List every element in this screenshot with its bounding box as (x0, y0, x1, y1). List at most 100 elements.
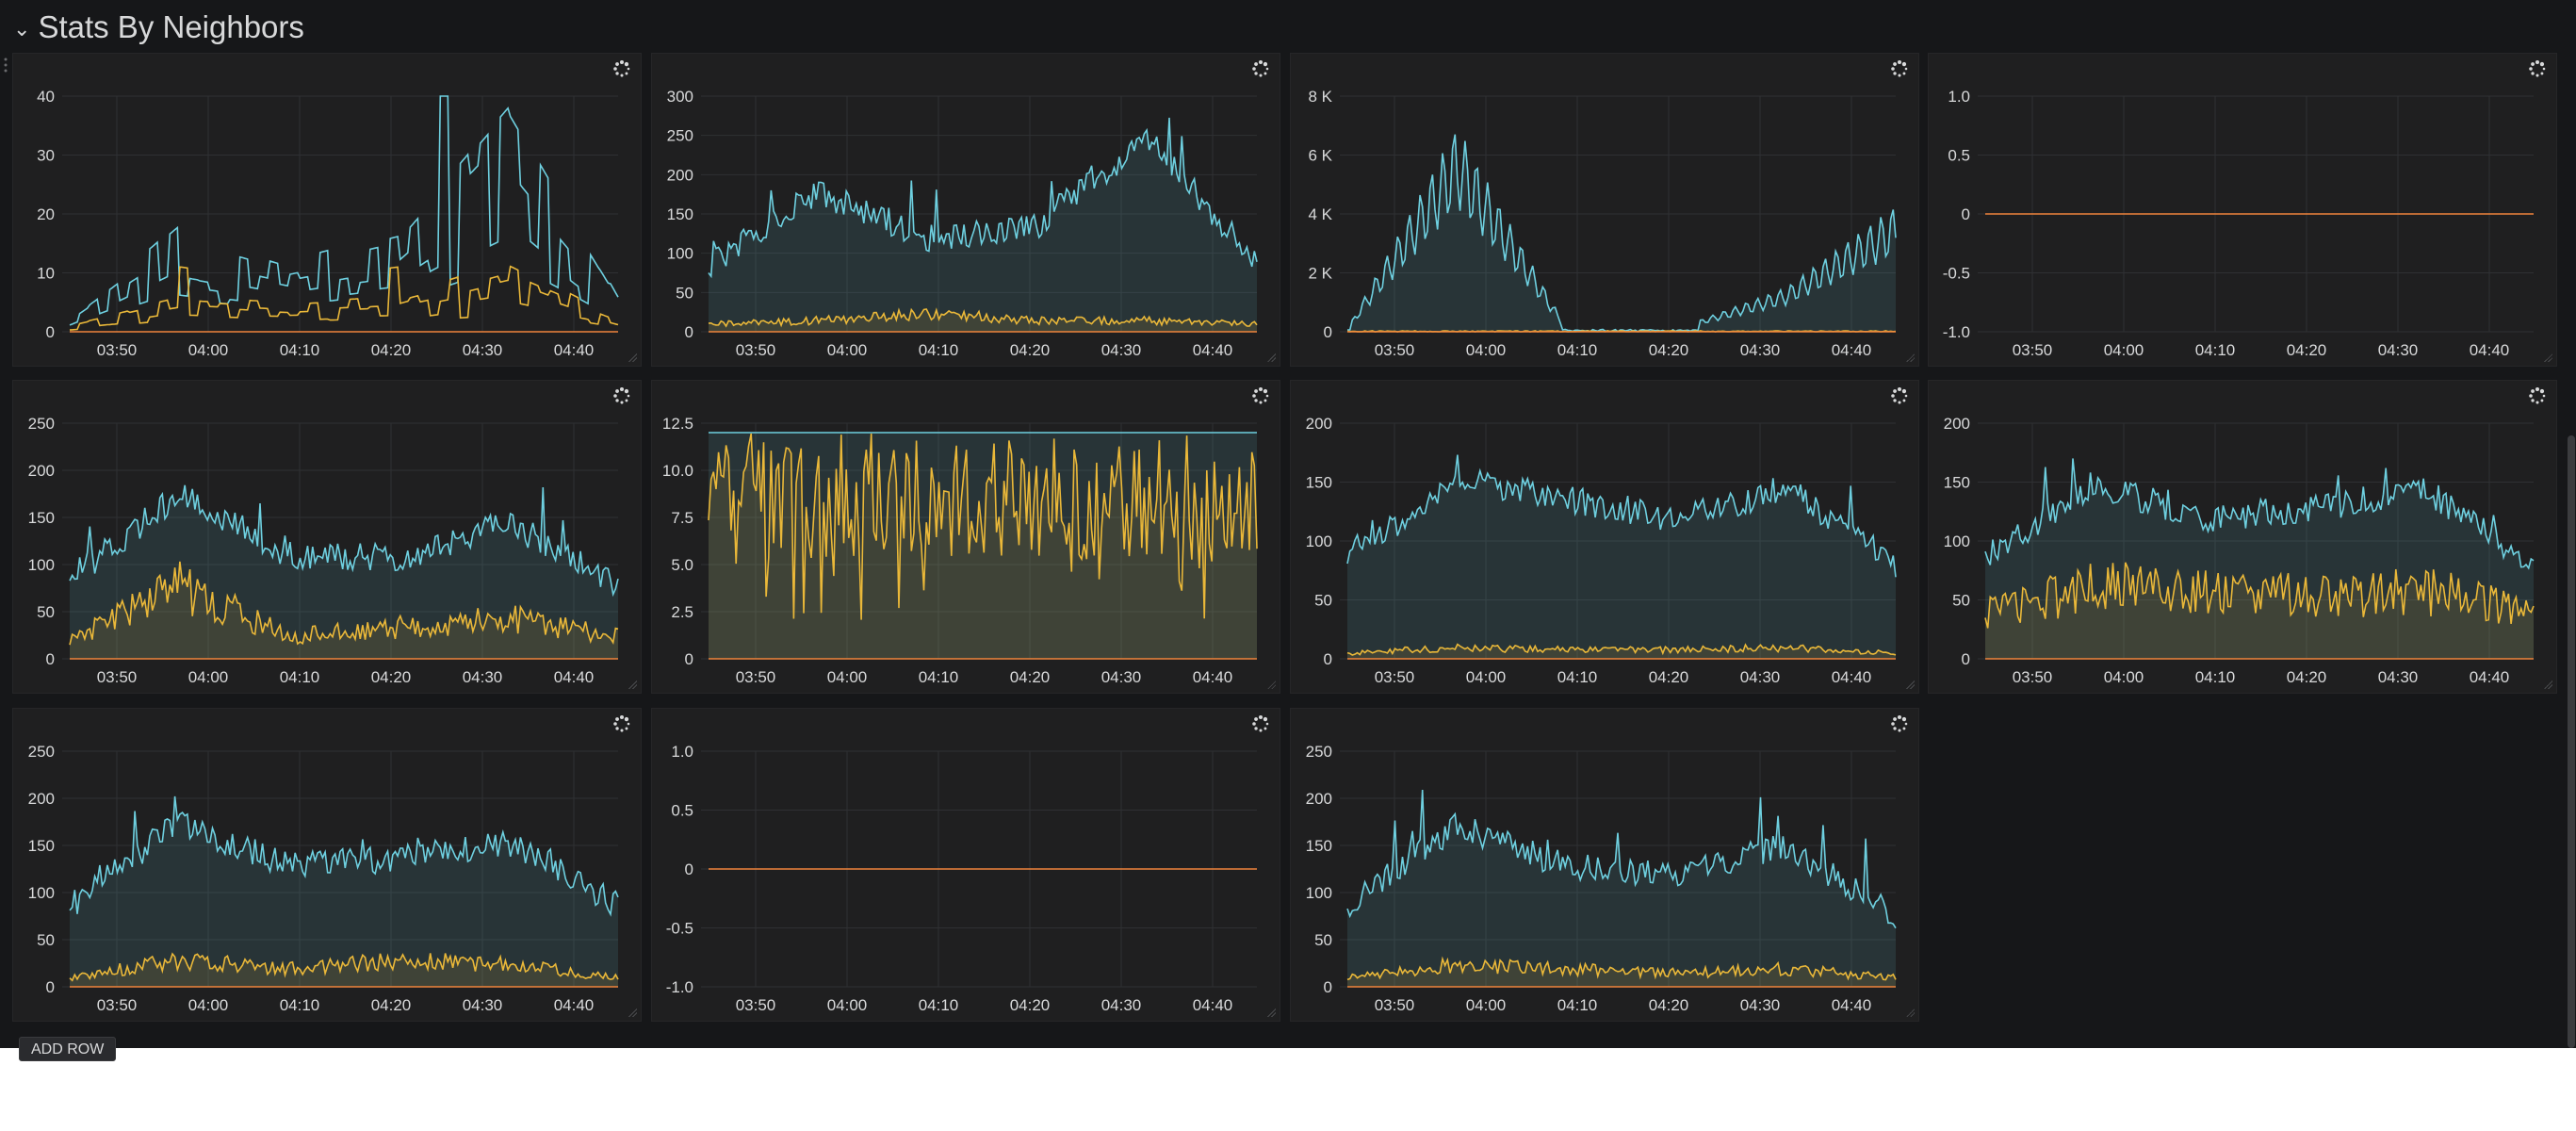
graph-panel[interactable]: 0 50 100 150 200 03:50 04:00 04:10 04:20 04:30 04:… (1928, 380, 2557, 694)
graph-panel[interactable]: 0 50 100 150 200 250 03:50 04:00 04:10 04:20 04:30… (12, 380, 642, 694)
y-tick-label: 150 (1306, 837, 1332, 855)
y-tick-label: 250 (1306, 743, 1332, 761)
resize-handle-icon[interactable] (628, 1008, 637, 1017)
resize-handle-icon[interactable] (1905, 680, 1915, 689)
x-tick-label: 04:00 (1466, 996, 1507, 1014)
graph-plot: -1.0 -0.5 0 0.5 1.0 03:50 04:00 04:10 04:20 04:30… (666, 743, 1257, 1014)
y-tick-label: 100 (28, 884, 55, 902)
x-tick-label: 04:00 (1466, 341, 1507, 359)
drag-handle-icon[interactable] (3, 57, 8, 75)
graph-plot: 0 50 100 150 200 03:50 04:00 04:10 04:20 04:30 04:… (1306, 415, 1897, 686)
y-tick-label: 6 K (1308, 147, 1332, 165)
y-tick-label: 0 (1324, 650, 1332, 668)
y-tick-label: 150 (1306, 474, 1332, 492)
graph-plot: 0 50 100 150 200 250 03:50 04:00 04:10 04:20 04:30… (1306, 743, 1897, 1014)
y-tick-label: 1.0 (1948, 88, 1970, 106)
graph-panel[interactable]: 0 2 K 4 K 6 K 8 K 03:50 04:00 04:10 04:20 04:30 04… (1290, 53, 1919, 367)
graph-plot: 0 2 K 4 K 6 K 8 K 03:50 04:00 04:10 04:20 04:30 04… (1308, 88, 1897, 359)
resize-handle-icon[interactable] (2543, 680, 2552, 689)
y-tick-label: 0 (1962, 205, 1970, 223)
graph-panel[interactable]: 0 2.5 5.0 7.5 10.0 12.5 03:50 04:00 04:10 04:20 04… (651, 380, 1280, 694)
x-tick-label: 04:10 (919, 668, 959, 686)
x-tick-label: 03:50 (1375, 341, 1415, 359)
graph-panel[interactable]: -1.0 -0.5 0 0.5 1.0 03:50 04:00 04:10 04:20 04:30… (651, 708, 1280, 1022)
y-tick-label: 0 (46, 978, 55, 996)
x-tick-label: 03:50 (2013, 341, 2053, 359)
y-tick-label: 30 (37, 147, 55, 165)
resize-handle-icon[interactable] (1266, 352, 1276, 362)
y-tick-label: 100 (28, 556, 55, 574)
add-row-label: ADD ROW (31, 1041, 105, 1057)
x-tick-label: 03:50 (97, 341, 138, 359)
x-tick-label: 04:30 (463, 996, 503, 1014)
x-tick-label: 03:50 (97, 996, 138, 1014)
resize-handle-icon[interactable] (1266, 680, 1276, 689)
y-tick-label: 50 (1314, 592, 1332, 610)
graph-panel[interactable]: 0 50 100 150 200 250 03:50 04:00 04:10 04:20 04:30… (1290, 708, 1919, 1022)
resize-handle-icon[interactable] (628, 680, 637, 689)
graph-panel[interactable]: 0 50 100 150 200 250 03:50 04:00 04:10 04:20 04:30… (12, 708, 642, 1022)
chevron-down-icon[interactable]: ⌄ (13, 17, 30, 41)
x-tick-label: 04:20 (2287, 668, 2327, 686)
graph-panel[interactable]: 0 10 20 30 40 03:50 04:00 04:10 04:20 04:30 04:40 (12, 53, 642, 367)
series-area (1347, 790, 1896, 987)
y-tick-label: 50 (1952, 592, 1970, 610)
graph-panel[interactable]: 0 50 100 150 200 03:50 04:00 04:10 04:20 04:30 04:… (1290, 380, 1919, 694)
y-tick-label: 100 (1306, 533, 1332, 550)
y-tick-label: -0.5 (666, 920, 693, 938)
x-tick-label: 04:20 (371, 668, 412, 686)
graph-panel[interactable]: 0 50 100 150 200 250 300 03:50 04:00 04:10 04:20 04… (651, 53, 1280, 367)
y-tick-label: 1.0 (671, 743, 693, 761)
resize-handle-icon[interactable] (1905, 1008, 1915, 1017)
y-tick-label: 200 (667, 166, 693, 184)
resize-handle-icon[interactable] (1905, 352, 1915, 362)
resize-handle-icon[interactable] (628, 352, 637, 362)
x-tick-label: 04:10 (919, 996, 959, 1014)
y-tick-label: 250 (667, 127, 693, 145)
y-tick-label: 200 (1944, 415, 1970, 433)
add-row-button[interactable]: ADD ROW (19, 1037, 117, 1061)
scrollbar[interactable] (2568, 435, 2575, 1048)
x-tick-label: 03:50 (97, 668, 138, 686)
series-area (1347, 134, 1896, 332)
x-tick-label: 03:50 (2013, 668, 2053, 686)
x-tick-label: 04:30 (2378, 668, 2419, 686)
y-tick-label: 250 (28, 743, 55, 761)
x-tick-label: 03:50 (1375, 996, 1415, 1014)
x-tick-label: 04:30 (1740, 996, 1781, 1014)
y-tick-label: 0 (685, 650, 693, 668)
x-tick-label: 04:20 (1010, 341, 1051, 359)
x-tick-label: 04:10 (1557, 341, 1598, 359)
graph-plot: 0 50 100 150 200 250 03:50 04:00 04:10 04:20 04:30… (28, 743, 619, 1014)
y-tick-label: 50 (37, 931, 55, 949)
y-tick-label: 300 (667, 88, 693, 106)
row-title: Stats By Neighbors (38, 9, 304, 44)
x-tick-label: 03:50 (736, 996, 776, 1014)
x-tick-label: 04:40 (1193, 341, 1233, 359)
x-tick-label: 04:00 (827, 341, 868, 359)
x-tick-label: 04:00 (827, 668, 868, 686)
x-tick-label: 04:10 (2195, 668, 2236, 686)
x-tick-label: 04:40 (554, 668, 595, 686)
x-tick-label: 04:00 (2104, 668, 2144, 686)
resize-handle-icon[interactable] (2543, 352, 2552, 362)
x-tick-label: 04:00 (188, 996, 229, 1014)
x-tick-label: 04:40 (2470, 668, 2510, 686)
resize-handle-icon[interactable] (1266, 1008, 1276, 1017)
graph-plot: -1.0 -0.5 0 0.5 1.0 03:50 04:00 04:10 04:20 04:30… (1943, 88, 2534, 359)
y-tick-label: 10.0 (662, 462, 693, 480)
y-tick-label: 0 (1962, 650, 1970, 668)
x-tick-label: 04:30 (2378, 341, 2419, 359)
y-tick-label: 2 K (1308, 265, 1332, 283)
y-tick-label: -1.0 (1943, 323, 1970, 341)
x-tick-label: 03:50 (736, 668, 776, 686)
series-area (709, 117, 1257, 333)
x-tick-label: 04:20 (371, 996, 412, 1014)
row-header[interactable]: ⌄ Stats By Neighbors (13, 6, 304, 49)
y-tick-label: 0.5 (671, 802, 693, 820)
graph-panel[interactable]: -1.0 -0.5 0 0.5 1.0 03:50 04:00 04:10 04:20 04:30… (1928, 53, 2557, 367)
x-tick-label: 04:30 (463, 668, 503, 686)
x-tick-label: 04:10 (280, 668, 320, 686)
y-tick-label: 250 (28, 415, 55, 433)
y-tick-label: 0 (46, 650, 55, 668)
